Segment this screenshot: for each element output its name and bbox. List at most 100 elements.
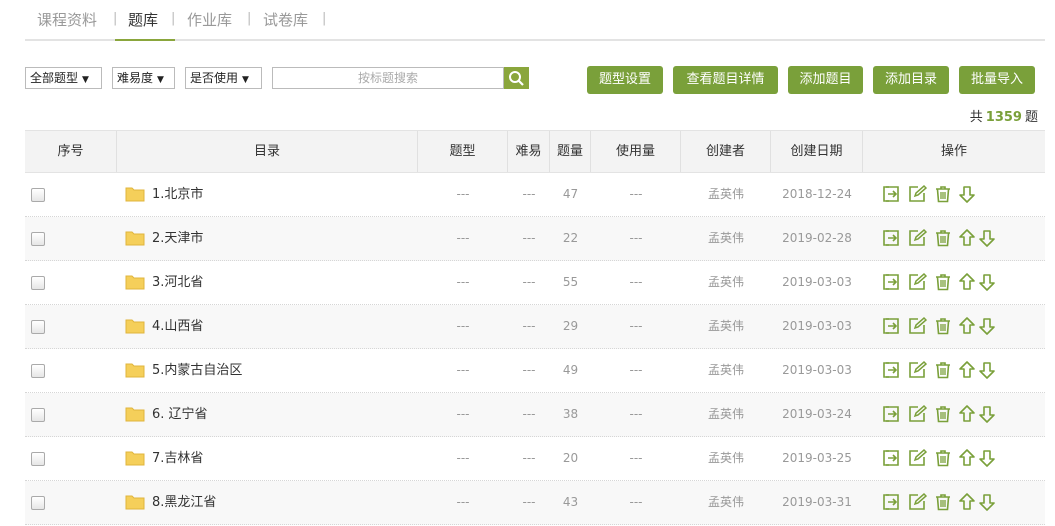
chevron-down-icon: ▼ xyxy=(82,75,89,85)
move-down-icon[interactable] xyxy=(977,360,997,380)
move-icon[interactable] xyxy=(881,404,901,424)
move-icon[interactable] xyxy=(881,272,901,292)
usage-filter-value: 是否使用 xyxy=(190,71,239,85)
edit-icon[interactable] xyxy=(907,404,928,424)
delete-icon[interactable] xyxy=(933,492,953,512)
cell-count: 47 xyxy=(562,187,579,201)
row-checkbox[interactable] xyxy=(31,232,45,246)
cell-difficulty: --- xyxy=(522,495,536,509)
row-checkbox[interactable] xyxy=(31,320,45,334)
row-checkbox[interactable] xyxy=(31,188,45,202)
row-checkbox[interactable] xyxy=(31,496,45,510)
move-down-icon[interactable] xyxy=(977,228,997,248)
row-checkbox[interactable] xyxy=(31,276,45,290)
col-creator: 创建者 xyxy=(681,131,771,172)
delete-icon[interactable] xyxy=(933,184,953,204)
total-count: 共 1359 题 xyxy=(970,106,1038,125)
cell-usage: --- xyxy=(629,187,643,201)
move-down-icon[interactable] xyxy=(957,184,977,204)
catalog-name-link[interactable]: 1.北京市 xyxy=(152,173,203,216)
move-icon[interactable] xyxy=(881,492,901,512)
move-icon[interactable] xyxy=(881,316,901,336)
move-up-icon[interactable] xyxy=(957,272,977,292)
move-up-icon[interactable] xyxy=(957,360,977,380)
move-down-icon[interactable] xyxy=(977,448,997,468)
difficulty-filter-select[interactable]: 难易度 ▼ xyxy=(112,67,175,89)
cell-difficulty: --- xyxy=(522,363,536,377)
search-input[interactable]: 按标题搜索 xyxy=(272,67,504,89)
move-down-icon[interactable] xyxy=(977,316,997,336)
cell-count: 43 xyxy=(562,495,579,509)
move-up-icon[interactable] xyxy=(957,228,977,248)
top-tabs: 课程资料 | 题库 | 作业库 | 试卷库 | xyxy=(25,0,1045,41)
move-up-icon[interactable] xyxy=(957,316,977,336)
cell-creator: 孟英伟 xyxy=(707,187,744,201)
tab-homework-library[interactable]: 作业库 xyxy=(187,9,232,30)
row-checkbox[interactable] xyxy=(31,408,45,422)
view-question-details-button[interactable]: 查看题目详情 xyxy=(673,66,778,94)
move-up-icon[interactable] xyxy=(957,404,977,424)
add-question-button[interactable]: 添加题目 xyxy=(788,66,863,94)
active-tab-indicator xyxy=(115,39,175,41)
cell-difficulty: --- xyxy=(522,231,536,245)
usage-filter-select[interactable]: 是否使用 ▼ xyxy=(185,67,262,89)
move-down-icon[interactable] xyxy=(977,404,997,424)
row-checkbox[interactable] xyxy=(31,364,45,378)
move-down-icon[interactable] xyxy=(977,272,997,292)
catalog-name-link[interactable]: 3.河北省 xyxy=(152,261,203,304)
catalog-name-link[interactable]: 2.天津市 xyxy=(152,217,203,260)
delete-icon[interactable] xyxy=(933,360,953,380)
delete-icon[interactable] xyxy=(933,316,953,336)
delete-icon[interactable] xyxy=(933,228,953,248)
cell-type: --- xyxy=(456,363,470,377)
batch-import-button[interactable]: 批量导入 xyxy=(959,66,1035,94)
total-prefix: 共 xyxy=(969,110,983,125)
row-checkbox[interactable] xyxy=(31,452,45,466)
move-icon[interactable] xyxy=(881,228,901,248)
tab-course-materials[interactable]: 课程资料 xyxy=(37,9,97,30)
catalog-name-link[interactable]: 8.黑龙江省 xyxy=(152,481,216,524)
tab-question-bank[interactable]: 题库 xyxy=(128,9,158,30)
edit-icon[interactable] xyxy=(907,448,928,468)
type-filter-select[interactable]: 全部题型 ▼ xyxy=(25,67,102,89)
search-button[interactable] xyxy=(504,67,529,89)
table-row: 7.吉林省 --- --- 20 --- 孟英伟 2019-03-25 xyxy=(25,437,1045,481)
delete-icon[interactable] xyxy=(933,448,953,468)
catalog-name-link[interactable]: 6. 辽宁省 xyxy=(152,393,208,436)
cell-type: --- xyxy=(456,407,470,421)
delete-icon[interactable] xyxy=(933,404,953,424)
catalog-name-link[interactable]: 4.山西省 xyxy=(152,305,203,348)
catalog-name-link[interactable]: 7.吉林省 xyxy=(152,437,203,480)
cell-type: --- xyxy=(456,451,470,465)
type-settings-button[interactable]: 题型设置 xyxy=(587,66,663,94)
tab-separator: | xyxy=(322,11,327,26)
cell-difficulty: --- xyxy=(522,319,536,333)
catalog-name-link[interactable]: 5.内蒙古自治区 xyxy=(152,349,242,392)
table-row: 5.内蒙古自治区 --- --- 49 --- 孟英伟 2019-03-03 xyxy=(25,349,1045,393)
cell-date: 2019-03-25 xyxy=(782,451,852,465)
cell-difficulty: --- xyxy=(522,407,536,421)
move-up-icon[interactable] xyxy=(957,492,977,512)
edit-icon[interactable] xyxy=(907,184,928,204)
edit-icon[interactable] xyxy=(907,360,928,380)
move-icon[interactable] xyxy=(881,448,901,468)
move-icon[interactable] xyxy=(881,360,901,380)
edit-icon[interactable] xyxy=(907,316,928,336)
move-down-icon[interactable] xyxy=(977,492,997,512)
col-index: 序号 xyxy=(25,131,117,172)
col-usage: 使用量 xyxy=(591,131,681,172)
add-catalog-button[interactable]: 添加目录 xyxy=(873,66,949,94)
folder-icon xyxy=(125,363,145,378)
col-operations: 操作 xyxy=(940,144,967,159)
edit-icon[interactable] xyxy=(907,272,928,292)
delete-icon[interactable] xyxy=(933,272,953,292)
cell-date: 2019-02-28 xyxy=(782,231,852,245)
edit-icon[interactable] xyxy=(907,228,928,248)
cell-count: 49 xyxy=(562,363,579,377)
tab-exam-library[interactable]: 试卷库 xyxy=(263,9,308,30)
folder-icon xyxy=(125,451,145,466)
move-icon[interactable] xyxy=(881,184,901,204)
table-row: 4.山西省 --- --- 29 --- 孟英伟 2019-03-03 xyxy=(25,305,1045,349)
edit-icon[interactable] xyxy=(907,492,928,512)
move-up-icon[interactable] xyxy=(957,448,977,468)
